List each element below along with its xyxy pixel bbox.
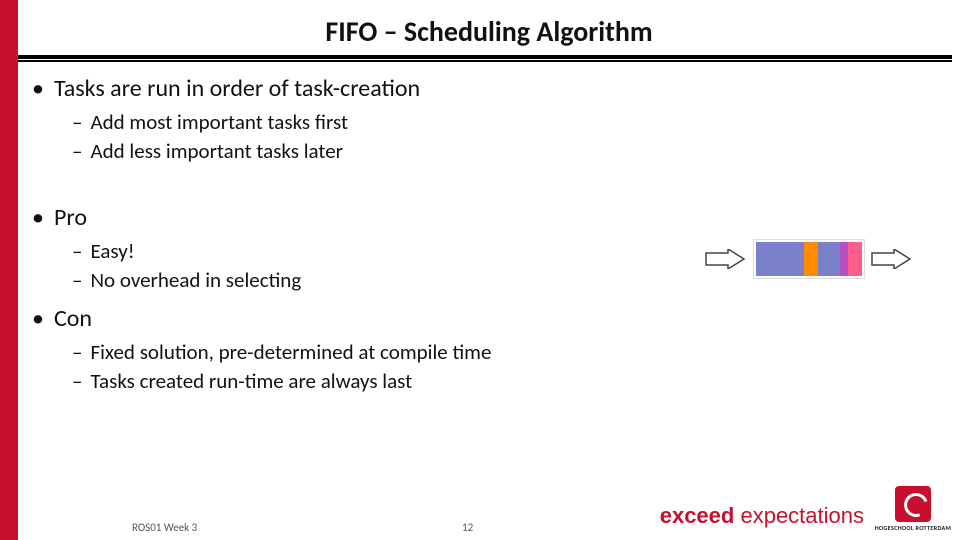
bullet-con: Con xyxy=(32,304,940,333)
bullet-tasks-sub1: Add most important tasks first xyxy=(72,109,940,135)
title-rule-thick xyxy=(18,55,952,59)
school-logo: HOGESCHOOL ROTTERDAM xyxy=(874,486,952,534)
exceed-word: exceed xyxy=(660,503,735,528)
fifo-task-block xyxy=(756,242,804,276)
bullet-tasks-sub2: Add less important tasks later xyxy=(72,138,940,164)
expectations-word: expectations xyxy=(740,503,864,528)
page-title: FIFO – Scheduling Algorithm xyxy=(18,14,960,49)
bullet-pro: Pro xyxy=(32,203,940,232)
footer-page-number: 12 xyxy=(462,521,473,534)
bullet-tasks: Tasks are run in order of task-creation xyxy=(32,74,940,103)
title-rule-thin xyxy=(18,60,952,62)
exceed-logo-text: exceed expectations xyxy=(660,503,864,529)
fifo-task-block xyxy=(848,242,862,276)
arrow-out-icon xyxy=(870,249,914,269)
bullet-con-sub1: Fixed solution, pre-determined at compil… xyxy=(72,339,940,365)
school-logo-label: HOGESCHOOL ROTTERDAM xyxy=(874,524,952,532)
fifo-queue-diagram xyxy=(704,236,934,282)
footer-course: ROS01 Week 3 xyxy=(132,521,197,534)
school-logo-icon xyxy=(895,486,931,522)
arrow-in-icon xyxy=(704,249,748,269)
accent-bar xyxy=(0,0,18,540)
fifo-task-block xyxy=(804,242,818,276)
fifo-task-block xyxy=(818,242,840,276)
bullet-con-sub2: Tasks created run-time are always last xyxy=(72,368,940,394)
fifo-task-block xyxy=(840,242,848,276)
fifo-queue xyxy=(754,240,864,278)
